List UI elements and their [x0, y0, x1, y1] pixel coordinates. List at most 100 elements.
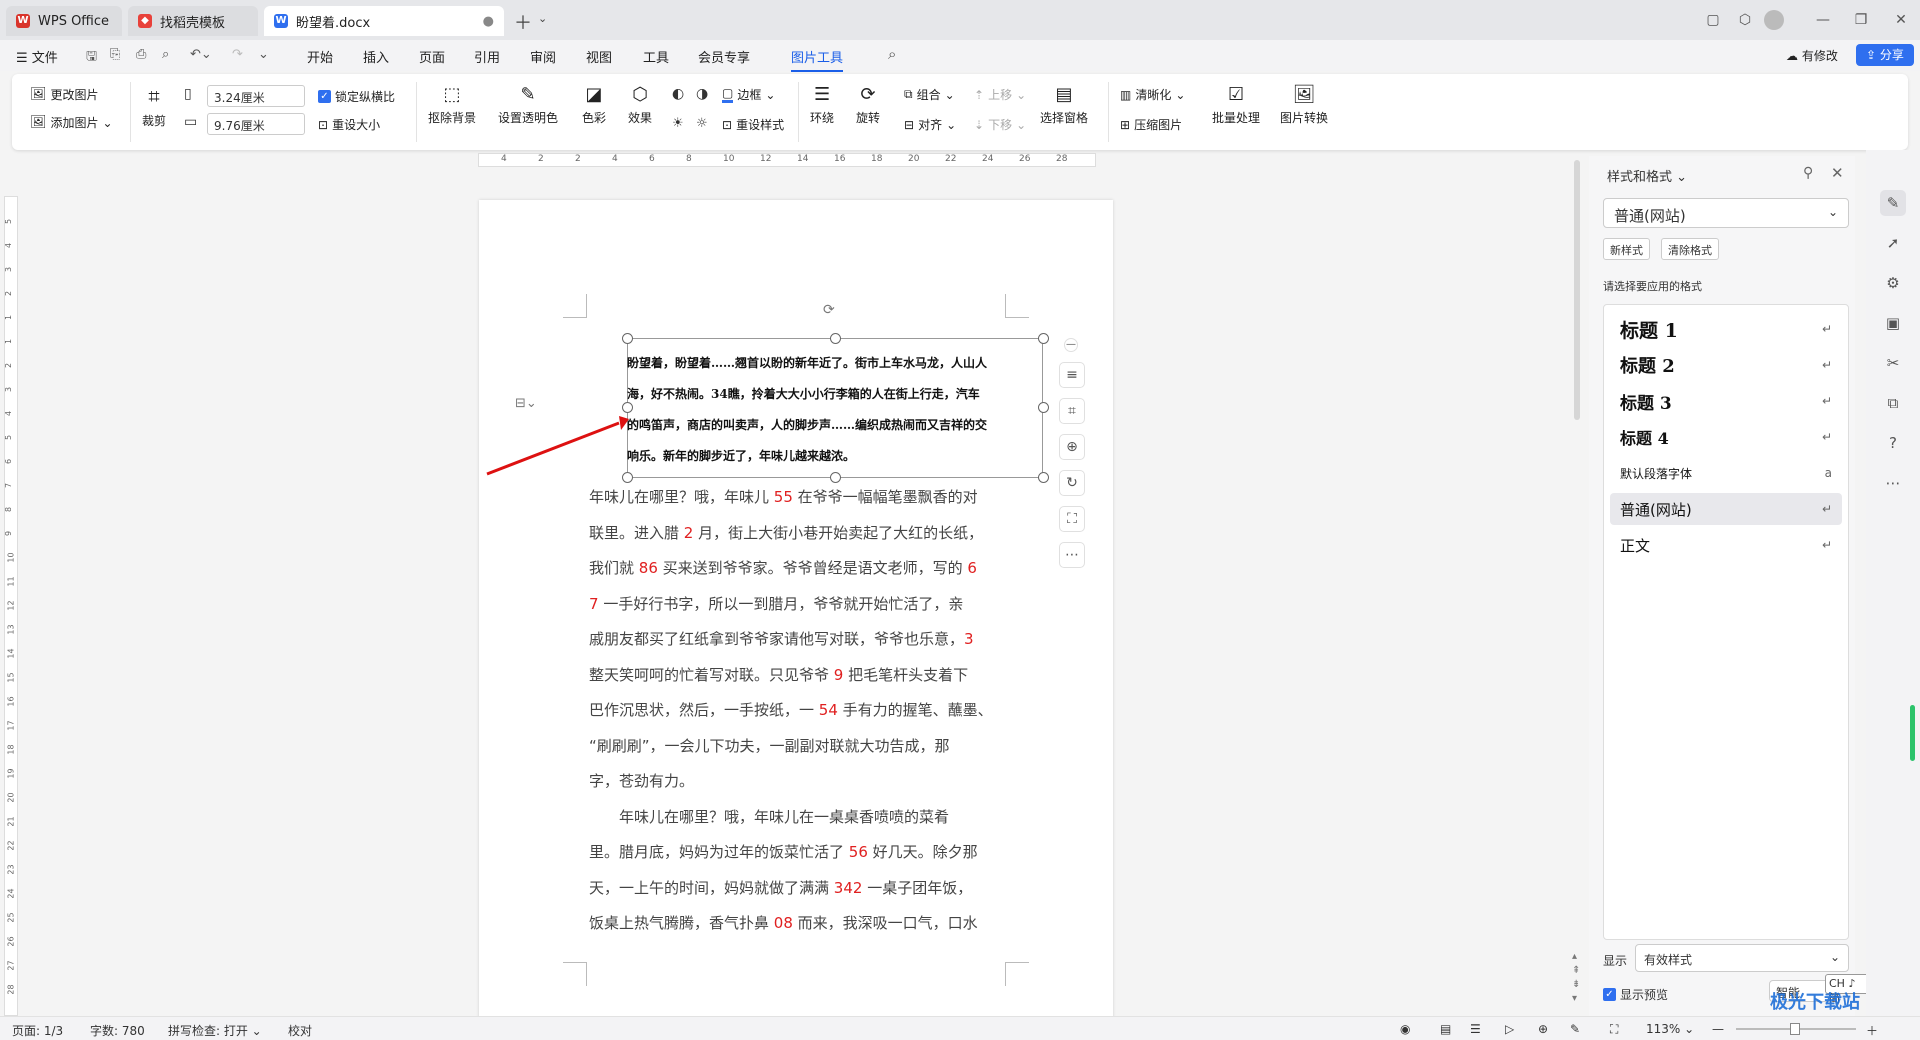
- current-style-select[interactable]: 普通(网站) ⌄: [1603, 198, 1849, 228]
- eye-protect-icon[interactable]: ◉: [1400, 1022, 1410, 1036]
- rotate-button[interactable]: ⟳ 旋转: [856, 84, 880, 126]
- tab-page[interactable]: 页面: [419, 47, 445, 66]
- reset-size-button[interactable]: ⊡ 重设大小: [318, 116, 380, 133]
- spell-check[interactable]: 拼写检查: 打开 ⌄: [168, 1022, 262, 1039]
- avatar[interactable]: [1764, 10, 1784, 30]
- layout-options-icon[interactable]: ≡: [1059, 362, 1085, 388]
- group-button[interactable]: ⧉ 组合 ⌄: [904, 86, 955, 103]
- page-nav-icon[interactable]: ▴ ⇞ ⇟ ▾: [1572, 950, 1580, 1006]
- pin-icon[interactable]: ⚲: [1803, 165, 1813, 181]
- edit-style-icon[interactable]: ✎: [1880, 190, 1906, 216]
- unsaved-dot-icon[interactable]: ●: [483, 14, 494, 29]
- contrast-icon[interactable]: ◑: [696, 86, 708, 102]
- horizontal-ruler[interactable]: 4 2 2 4 6 8 10 12 14 16 18 20 22 24 26 28: [478, 153, 1096, 167]
- brightness-up-icon[interactable]: ☼: [696, 116, 708, 131]
- tab-membership[interactable]: 会员专享: [698, 47, 750, 66]
- resize-handle[interactable]: [1038, 333, 1049, 344]
- set-transparent-button[interactable]: ✎ 设置透明色: [498, 84, 558, 126]
- print-icon[interactable]: ⎙: [136, 47, 146, 62]
- vertical-ruler[interactable]: 5 4 3 2 1 1 2 3 4 5 6 7 8 9 10 11 12 13 14 15 16 17 18 19 20 21 22…: [4, 196, 18, 1016]
- clear-format-button[interactable]: 清除格式: [1661, 238, 1719, 260]
- move-down-button[interactable]: ⇣ 下移 ⌄: [974, 116, 1026, 133]
- collapse-icon[interactable]: —: [1064, 338, 1078, 352]
- effects-button[interactable]: ⬡ 效果: [628, 84, 652, 126]
- close-icon[interactable]: ✕: [1888, 8, 1914, 32]
- search-icon[interactable]: ⌕: [888, 45, 896, 63]
- convert-button[interactable]: 🖼 图片转换: [1280, 84, 1328, 126]
- align-button[interactable]: ⊟ 对齐 ⌄: [904, 116, 956, 133]
- help-icon[interactable]: ?: [1880, 430, 1906, 456]
- more-icon[interactable]: ⋯: [1880, 470, 1906, 496]
- wrap-button[interactable]: ☰ 环绕: [810, 84, 834, 126]
- tab-picture-tools[interactable]: 图片工具: [791, 47, 844, 72]
- change-image-button[interactable]: 🖼 更改图片: [30, 86, 99, 103]
- ocr-tool-icon[interactable]: ⛶: [1059, 506, 1085, 532]
- tab-tools[interactable]: 工具: [643, 47, 669, 66]
- border-button[interactable]: ▢ 边框 ⌄: [722, 86, 775, 103]
- sharpen-button[interactable]: ▥ 清晰化 ⌄: [1120, 86, 1185, 103]
- move-up-button[interactable]: ⇡ 上移 ⌄: [974, 86, 1026, 103]
- reset-style-button[interactable]: ⊡ 重设样式: [722, 116, 784, 133]
- close-panel-icon[interactable]: ✕: [1831, 164, 1844, 182]
- minimize-icon[interactable]: —: [1810, 8, 1836, 32]
- tab-review[interactable]: 审阅: [530, 47, 556, 66]
- puzzle-icon[interactable]: ⧉: [1880, 390, 1906, 416]
- panel-title[interactable]: 样式和格式 ⌄: [1607, 166, 1687, 185]
- tab-template[interactable]: ◆ 找稻壳模板: [128, 6, 258, 36]
- proofread[interactable]: 校对: [288, 1022, 312, 1039]
- vertical-scrollbar-thumb[interactable]: [1574, 160, 1580, 420]
- pen-icon[interactable]: ✎: [1570, 1022, 1580, 1036]
- batch-button[interactable]: ☑ 批量处理: [1212, 84, 1260, 126]
- tools-icon[interactable]: ✂: [1880, 350, 1906, 376]
- cube-icon[interactable]: ⬡: [1732, 8, 1758, 32]
- zoom-in-icon[interactable]: ＋: [1866, 1022, 1878, 1039]
- show-preview-checkbox[interactable]: ✓ 显示预览: [1603, 986, 1668, 1003]
- compress-button[interactable]: ⊞ 压缩图片: [1120, 116, 1182, 133]
- web-view-icon[interactable]: ⊕: [1538, 1022, 1548, 1036]
- export-pdf-icon[interactable]: ⎘: [110, 47, 120, 62]
- image-edit-icon[interactable]: ▣: [1880, 310, 1906, 336]
- zoom-level[interactable]: 113% ⌄: [1646, 1022, 1694, 1036]
- resize-handle[interactable]: [1038, 472, 1049, 483]
- width-field[interactable]: 9.76厘米: [207, 113, 305, 135]
- crop-tool-icon[interactable]: ⌗: [1059, 398, 1085, 424]
- style-item[interactable]: 普通(网站) ↵: [1610, 493, 1842, 525]
- page-view-icon[interactable]: ▤: [1440, 1022, 1451, 1036]
- remove-background-button[interactable]: ⬚ 抠除背景: [428, 84, 476, 126]
- show-filter-select[interactable]: 有效样式 ⌄: [1635, 944, 1849, 972]
- style-item[interactable]: 正文 ↵: [1610, 529, 1842, 561]
- style-item[interactable]: 标题 3 ↵: [1610, 385, 1842, 417]
- tab-home[interactable]: 开始: [307, 47, 333, 66]
- zoom-slider-thumb[interactable]: [1790, 1023, 1800, 1035]
- brightness-down-icon[interactable]: ☀: [672, 116, 684, 131]
- style-item[interactable]: 标题 1 ↵: [1610, 313, 1842, 345]
- style-item[interactable]: 标题 4 ↵: [1610, 421, 1842, 453]
- resize-handle[interactable]: [830, 333, 841, 344]
- fit-page-icon[interactable]: ⛶: [1610, 1022, 1618, 1037]
- zoom-in-icon[interactable]: ⊕: [1059, 434, 1085, 460]
- selection-pane-button[interactable]: ▤ 选择窗格: [1040, 84, 1088, 126]
- play-icon[interactable]: ▷: [1505, 1022, 1514, 1036]
- outline-view-icon[interactable]: ☰: [1470, 1022, 1481, 1036]
- color-button[interactable]: ◪ 色彩: [582, 84, 606, 126]
- share-button[interactable]: ⇪ 分享: [1856, 44, 1914, 66]
- page-count[interactable]: 页面: 1/3: [12, 1022, 63, 1039]
- customize-chevron-icon[interactable]: ⌄: [258, 47, 269, 62]
- modified-indicator[interactable]: ☁ 有修改: [1786, 47, 1838, 64]
- zoom-out-icon[interactable]: —: [1712, 1022, 1724, 1036]
- tab-view[interactable]: 视图: [586, 47, 612, 66]
- rotate-handle-icon[interactable]: ⟳: [823, 302, 835, 318]
- redo-icon[interactable]: ↷: [232, 47, 243, 62]
- tab-insert[interactable]: 插入: [363, 47, 389, 66]
- layout-icon[interactable]: ▢: [1700, 8, 1726, 32]
- file-menu[interactable]: ☰ 文件: [16, 47, 58, 66]
- word-count[interactable]: 字数: 780: [90, 1022, 145, 1039]
- adjust-sliders-icon[interactable]: ⚙: [1880, 270, 1906, 296]
- crop-button[interactable]: ⌗ 裁剪: [142, 84, 166, 129]
- undo-icon[interactable]: ↶⌄: [190, 47, 212, 62]
- rotate-tool-icon[interactable]: ↻: [1059, 470, 1085, 496]
- print-preview-icon[interactable]: ⌕: [162, 47, 169, 62]
- add-image-button[interactable]: 🖼 添加图片 ⌄: [30, 114, 113, 131]
- document-page[interactable]: ⊟⌄ ⟳ 盼望着，盼望着……翘首以盼的新年近了。街市上车水马龙，人山人 海，好不…: [479, 200, 1113, 1020]
- more-icon[interactable]: ⋯: [1059, 542, 1085, 568]
